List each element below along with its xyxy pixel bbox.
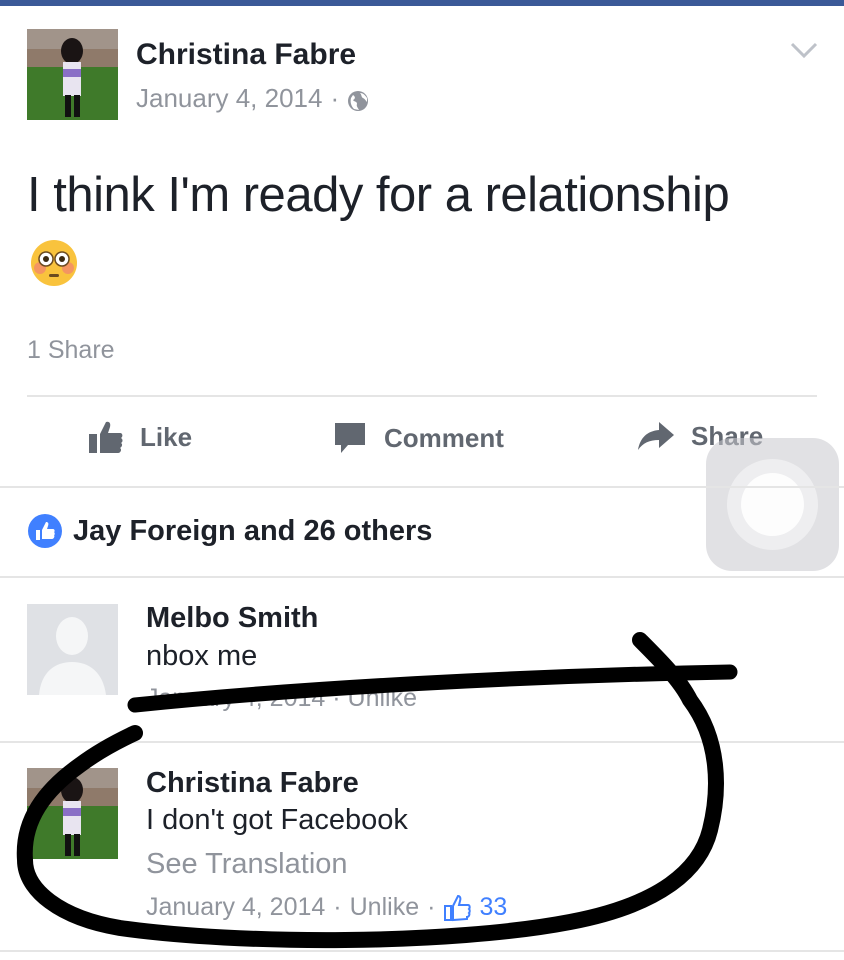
assistive-touch-core — [741, 473, 804, 536]
unlike-link[interactable]: Unlike — [350, 893, 419, 922]
comment-author-name[interactable]: Melbo Smith — [146, 602, 318, 635]
like-badge-icon — [28, 514, 62, 548]
comment-text: I don't got Facebook — [146, 804, 408, 836]
divider — [0, 741, 844, 743]
thumbs-up-icon — [89, 421, 123, 453]
comment-meta: January 4, 2014 · Unlike · 33 — [146, 893, 507, 922]
thumbs-up-outline-icon — [444, 894, 472, 921]
comment-meta: January 4, 2014 · Unlike — [146, 684, 417, 712]
divider — [0, 576, 844, 578]
divider — [0, 486, 844, 488]
comment-date[interactable]: January 4, 2014 — [146, 893, 325, 922]
post-date[interactable]: January 4, 2014 — [136, 83, 322, 114]
comment-avatar-placeholder[interactable] — [27, 604, 118, 695]
share-arrow-icon — [638, 422, 674, 450]
divider — [27, 395, 817, 397]
likes-summary-text: Jay Foreign and 26 others — [73, 514, 433, 547]
comment-text: nbox me — [146, 640, 258, 672]
globe-icon — [347, 88, 369, 111]
flushed-face-emoji-icon — [29, 238, 79, 288]
comment-button[interactable]: Comment — [332, 420, 504, 456]
post-meta: January 4, 2014 · — [136, 83, 369, 114]
comment-label: Comment — [384, 422, 504, 453]
likes-summary[interactable]: Jay Foreign and 26 others — [27, 513, 432, 549]
see-translation-link[interactable]: See Translation — [146, 848, 348, 881]
comment-author-name[interactable]: Christina Fabre — [146, 767, 359, 800]
comment-author-avatar[interactable] — [27, 768, 118, 859]
top-accent-bar — [0, 0, 844, 6]
post-author-avatar[interactable] — [27, 29, 118, 120]
comment-like-count[interactable]: 33 — [479, 893, 507, 922]
divider — [0, 950, 844, 952]
chevron-down-icon[interactable] — [790, 40, 818, 60]
meta-separator: · — [427, 893, 436, 921]
meta-separator: · — [333, 893, 342, 921]
meta-separator: · — [330, 83, 340, 113]
like-button[interactable]: Like — [88, 420, 192, 454]
post-author-name[interactable]: Christina Fabre — [136, 38, 356, 72]
comment-icon — [335, 423, 365, 453]
like-label: Like — [140, 421, 193, 452]
share-count[interactable]: 1 Share — [27, 336, 115, 365]
post-text: I think I'm ready for a relationship — [27, 168, 730, 222]
assistive-touch-button[interactable] — [706, 438, 839, 571]
